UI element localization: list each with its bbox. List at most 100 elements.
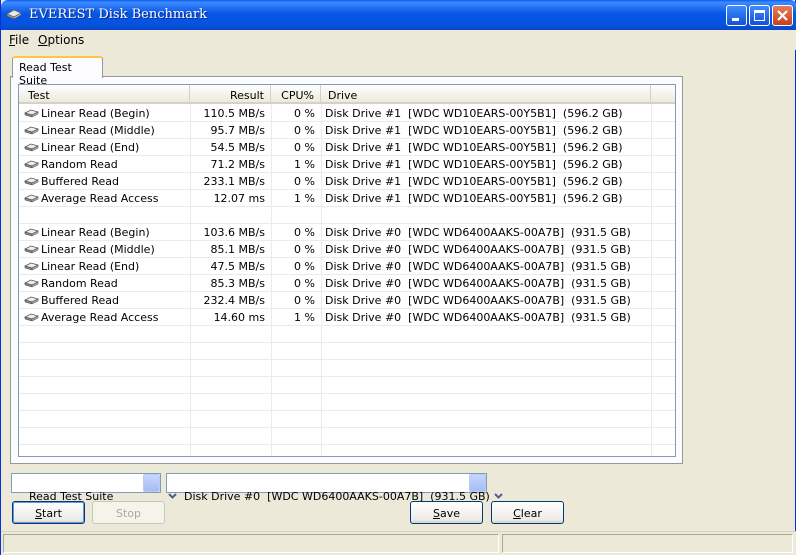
empty-row (19, 445, 675, 456)
status-pane (3, 534, 499, 553)
cell-cpu: 0 % (294, 294, 315, 307)
maximize-button[interactable] (749, 5, 770, 26)
table-row[interactable]: Buffered Read 233.1 MB/s 0 % Disk Drive #1 … (19, 173, 675, 190)
close-button[interactable] (772, 5, 793, 26)
cell-result: 85.1 MB/s (210, 243, 265, 256)
hard-disk-icon (24, 262, 39, 271)
close-icon (777, 10, 788, 21)
cell-drive: Disk Drive #0 [WDC WD6400AAKS-00A7B] (93… (325, 226, 631, 239)
cell-result: 95.7 MB/s (210, 124, 265, 137)
clear-button[interactable]: Clear (491, 501, 564, 524)
cell-drive: Disk Drive #0 [WDC WD6400AAKS-00A7B] (93… (325, 260, 631, 273)
cell-test: Random Read (41, 277, 118, 290)
drive-select[interactable]: Disk Drive #0 [WDC WD6400AAKS-00A7B] (93… (166, 473, 503, 503)
menu-bar: File Options (1, 30, 796, 50)
start-button[interactable]: Start (12, 501, 85, 524)
cell-drive: Disk Drive #0 [WDC WD6400AAKS-00A7B] (93… (325, 277, 631, 290)
table-row[interactable]: Average Read Access 12.07 ms 1 % Disk Drive… (19, 190, 675, 207)
table-row[interactable]: Random Read 71.2 MB/s 1 % Disk Drive #1 [WD… (19, 156, 675, 173)
cell-test: Linear Read (End) (41, 260, 140, 273)
cell-drive: Disk Drive #1 [WDC WD10EARS-00Y5B1] (596… (325, 141, 623, 154)
hard-disk-icon (24, 126, 39, 135)
suite-dropdown-button[interactable] (143, 474, 177, 499)
hard-disk-icon (24, 177, 39, 186)
cell-drive: Disk Drive #1 [WDC WD10EARS-00Y5B1] (596… (325, 192, 623, 205)
cell-test: Average Read Access (41, 192, 159, 205)
status-bar (1, 531, 796, 555)
cell-result: 54.5 MB/s (210, 141, 265, 154)
cell-test: Linear Read (Middle) (41, 243, 155, 256)
column-header-result[interactable]: Result (190, 85, 271, 104)
cell-test: Average Read Access (41, 311, 159, 324)
cell-cpu: 0 % (294, 243, 315, 256)
results-list[interactable]: Test Result CPU% Drive Linear Read (Begi… (18, 84, 676, 457)
cell-result: 47.5 MB/s (210, 260, 265, 273)
menu-file[interactable]: File (9, 33, 29, 47)
empty-row (19, 377, 675, 394)
cell-cpu: 0 % (294, 141, 315, 154)
empty-row (19, 343, 675, 360)
table-row[interactable]: Linear Read (Middle) 95.7 MB/s 0 % Disk Dri… (19, 122, 675, 139)
minimize-button[interactable] (726, 5, 747, 26)
table-row[interactable]: Linear Read (Middle) 85.1 MB/s 0 % Disk Dri… (19, 241, 675, 258)
empty-row (19, 394, 675, 411)
empty-row (19, 411, 675, 428)
tab-read-test-suite[interactable]: Read Test Suite (12, 56, 103, 87)
hard-disk-icon (24, 228, 39, 237)
status-pane (502, 534, 793, 553)
empty-row (19, 326, 675, 343)
cell-cpu: 0 % (294, 260, 315, 273)
cell-result: 232.4 MB/s (203, 294, 265, 307)
table-row[interactable]: Average Read Access 14.60 ms 1 % Disk Drive… (19, 309, 675, 326)
cell-test: Linear Read (Begin) (41, 226, 150, 239)
cell-test: Linear Read (Begin) (41, 107, 150, 120)
cell-result: 103.6 MB/s (203, 226, 265, 239)
hard-disk-icon (24, 313, 39, 322)
cell-drive: Disk Drive #1 [WDC WD10EARS-00Y5B1] (596… (325, 107, 623, 120)
table-row[interactable]: Linear Read (End) 47.5 MB/s 0 % Disk Drive … (19, 258, 675, 275)
stop-button[interactable]: Stop (92, 501, 165, 524)
hard-disk-icon (24, 245, 39, 254)
table-row[interactable]: Linear Read (End) 54.5 MB/s 0 % Disk Drive … (19, 139, 675, 156)
cell-cpu: 1 % (294, 192, 315, 205)
hard-disk-icon (24, 296, 39, 305)
cell-test: Random Read (41, 158, 118, 171)
maximize-icon (754, 10, 765, 21)
cell-test: Linear Read (End) (41, 141, 140, 154)
empty-row (19, 360, 675, 377)
table-row[interactable]: Linear Read (Begin) 103.6 MB/s 0 % Disk Dri… (19, 224, 675, 241)
cell-cpu: 0 % (294, 107, 315, 120)
hard-disk-icon (24, 194, 39, 203)
title-bar[interactable]: EVEREST Disk Benchmark (1, 0, 796, 30)
cell-cpu: 0 % (294, 124, 315, 137)
save-button[interactable]: Save (410, 501, 483, 524)
menu-options[interactable]: Options (38, 33, 84, 47)
cell-test: Linear Read (Middle) (41, 124, 155, 137)
empty-row (19, 207, 675, 224)
table-row[interactable]: Random Read 85.3 MB/s 0 % Disk Drive #0 [WD… (19, 275, 675, 292)
minimize-icon (732, 18, 739, 21)
cell-result: 71.2 MB/s (210, 158, 265, 171)
disk-app-icon (6, 9, 22, 20)
column-header-drive[interactable]: Drive (321, 85, 651, 104)
hard-disk-icon (24, 143, 39, 152)
suite-select[interactable]: Read Test Suite (11, 473, 177, 503)
column-header-test[interactable]: Test (19, 85, 190, 104)
hard-disk-icon (24, 160, 39, 169)
list-header: Test Result CPU% Drive (19, 85, 675, 104)
column-header-cpu[interactable]: CPU% (271, 85, 321, 104)
empty-row (19, 428, 675, 445)
cell-drive: Disk Drive #0 [WDC WD6400AAKS-00A7B] (93… (325, 243, 631, 256)
cell-cpu: 1 % (294, 158, 315, 171)
drive-dropdown-button[interactable] (469, 474, 503, 499)
cell-result: 14.60 ms (213, 311, 265, 324)
cell-cpu: 0 % (294, 175, 315, 188)
cell-drive: Disk Drive #1 [WDC WD10EARS-00Y5B1] (596… (325, 158, 623, 171)
table-row[interactable]: Buffered Read 232.4 MB/s 0 % Disk Drive #0 … (19, 292, 675, 309)
cell-drive: Disk Drive #1 [WDC WD10EARS-00Y5B1] (596… (325, 175, 623, 188)
cell-drive: Disk Drive #1 [WDC WD10EARS-00Y5B1] (596… (325, 124, 623, 137)
table-row[interactable]: Linear Read (Begin) 110.5 MB/s 0 % Disk Dri… (19, 105, 675, 122)
cell-result: 110.5 MB/s (203, 107, 265, 120)
window-title: EVEREST Disk Benchmark (29, 7, 208, 22)
cell-cpu: 0 % (294, 226, 315, 239)
